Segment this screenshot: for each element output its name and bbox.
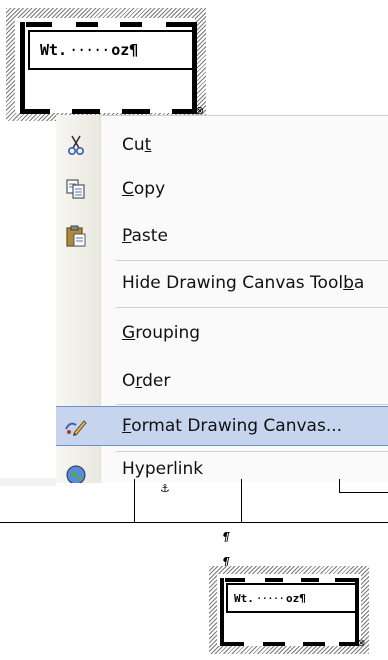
table-vertical-line-1 xyxy=(134,479,135,522)
scissors-icon xyxy=(64,133,88,157)
table-vertical-line-3 xyxy=(339,479,340,493)
canvas-frame-top-3 xyxy=(301,578,319,582)
menu-item-cut[interactable]: Cut xyxy=(56,125,388,165)
text-oz-label: oz¶ xyxy=(286,591,306,605)
menu-item-hide-drawing-canvas-toolbar[interactable]: Hide Drawing Canvas Toolba xyxy=(56,263,388,303)
canvas-frame-top-2 xyxy=(76,22,98,27)
context-menu: Cut Copy Paste Hide Drawing Canvas Toolb… xyxy=(56,115,388,483)
menu-separator xyxy=(116,260,388,261)
text-dots: ····· xyxy=(69,41,110,59)
canvas-frame-bottom-4 xyxy=(172,109,197,114)
canvas-frame-left xyxy=(220,578,224,646)
canvas-frame-right xyxy=(192,22,197,114)
menu-item-label: Paste xyxy=(122,226,168,246)
canvas-frame-top-4 xyxy=(335,578,355,582)
menu-separator xyxy=(116,404,388,405)
menu-item-format-drawing-canvas[interactable]: Format Drawing Canvas... xyxy=(56,406,388,446)
table-horizontal-short xyxy=(339,492,388,493)
menu-item-order[interactable]: Order xyxy=(56,361,388,401)
text-weight-label: Wt. xyxy=(234,591,254,605)
format-canvas-icon xyxy=(64,414,88,438)
drawing-canvas-bottom[interactable]: Wt. ····· oz¶ ⊗ xyxy=(209,566,369,654)
text-box-bottom[interactable]: Wt. ····· oz¶ xyxy=(226,583,358,613)
table-horizontal-line xyxy=(0,522,388,523)
menu-item-grouping[interactable]: Grouping xyxy=(56,313,388,353)
canvas-frame-top-1 xyxy=(26,22,52,27)
text-box-top[interactable]: Wt. ····· oz¶ xyxy=(28,30,196,70)
menu-item-label: Copy xyxy=(122,179,166,199)
canvas-frame-bottom-1 xyxy=(220,642,244,646)
menu-item-label: Grouping xyxy=(122,323,201,343)
canvas-frame-top-4 xyxy=(166,22,192,27)
document-background-strip xyxy=(0,478,56,486)
text-weight-label: Wt. xyxy=(40,41,68,59)
clipboard-icon xyxy=(64,224,88,248)
globe-icon xyxy=(64,463,88,483)
menu-item-copy[interactable]: Copy xyxy=(56,169,388,209)
canvas-frame-bottom-4 xyxy=(339,642,359,646)
menu-item-label: Format Drawing Canvas... xyxy=(122,416,343,436)
menu-item-paste[interactable]: Paste xyxy=(56,216,388,256)
menu-item-label: Hide Drawing Canvas Toolba xyxy=(122,273,365,293)
table-vertical-line-2 xyxy=(241,479,242,522)
drawing-canvas-top[interactable]: Wt. ····· oz¶ ⊗ xyxy=(6,8,206,121)
menu-item-label: Order xyxy=(122,371,171,391)
text-dots: ····· xyxy=(255,591,285,605)
menu-separator xyxy=(116,451,388,452)
canvas-frame-top-2 xyxy=(265,578,283,582)
text-oz-label: oz¶ xyxy=(111,41,139,59)
menu-item-label: Cut xyxy=(122,135,152,155)
resize-handle-icon[interactable]: ⊗ xyxy=(357,638,365,649)
canvas-frame-right xyxy=(355,578,359,646)
menu-item-label: Hyperlink xyxy=(122,459,204,479)
canvas-frame-top-1 xyxy=(225,578,245,582)
canvas-frame-bottom-2 xyxy=(263,642,285,646)
copy-icon xyxy=(64,177,88,201)
menu-separator xyxy=(116,307,388,308)
canvas-frame-top-3 xyxy=(120,22,142,27)
canvas-frame-bottom-3 xyxy=(303,642,325,646)
paragraph-mark: ¶ xyxy=(222,530,230,544)
canvas-frame-bottom-1 xyxy=(20,109,50,114)
anchor-icon: ⚓ xyxy=(160,482,170,495)
canvas-frame-bottom-3 xyxy=(122,109,150,114)
canvas-frame-bottom-2 xyxy=(72,109,100,114)
canvas-frame-left xyxy=(20,22,25,114)
